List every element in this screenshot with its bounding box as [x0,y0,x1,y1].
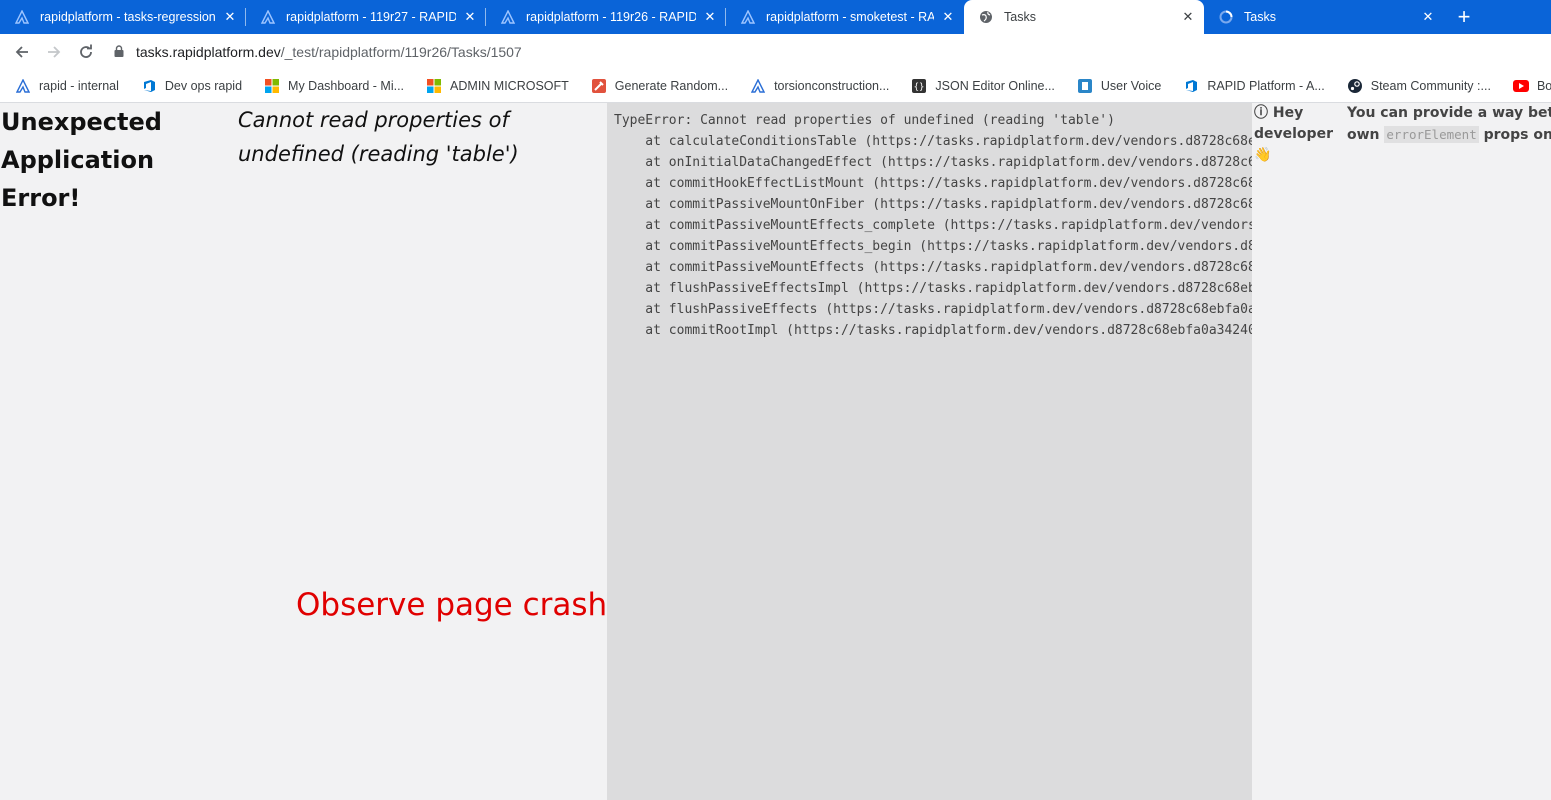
waving-hand-icon: 👋 [1254,147,1272,163]
annotation-text: Observe page crash [296,587,608,623]
bookmark-item[interactable]: rapid - internal [0,78,126,94]
azure-devops-icon [141,78,157,94]
reload-button[interactable] [70,36,102,68]
tab-title: Tasks [1244,10,1276,24]
tool-icon [591,78,607,94]
stack-line: at commitPassiveMountEffects_complete (h… [614,218,1252,233]
tab-title: rapidplatform - tasks-regression [40,10,216,24]
steam-icon [1347,78,1363,94]
url-host: tasks.rapidplatform.dev [136,44,281,60]
stack-line: at commitPassiveMountOnFiber (https://ta… [614,197,1252,212]
stack-line: TypeError: Cannot read properties of und… [614,113,1115,128]
stack-line: at onInitialDataChangedEffect (https://t… [614,155,1252,170]
hint-prefix: own [1347,127,1380,143]
tab-3[interactable]: rapidplatform - smoketest - RAPI ✕ [726,0,964,34]
bookmark-label: rapid - internal [39,79,119,93]
globe-icon [978,9,994,25]
close-icon[interactable]: ✕ [1180,9,1196,25]
azure-devops-icon [750,78,766,94]
tab-4[interactable]: Tasks ✕ [964,0,1204,34]
close-icon[interactable]: ✕ [222,9,238,25]
developer-hint: You can provide a way better UX own erro… [1347,103,1551,146]
bookmark-label: Steam Community :... [1370,79,1491,93]
close-icon[interactable]: ✕ [702,9,718,25]
azure-devops-icon [1183,78,1199,94]
loading-icon [1218,9,1234,25]
close-icon[interactable]: ✕ [1420,9,1436,25]
bookmark-item[interactable]: Dev ops rapid [126,78,249,94]
bookmark-label: RAPID Platform - A... [1207,79,1325,93]
plus-icon: + [1457,4,1471,29]
azure-devops-icon [500,9,516,25]
microsoft-icon [264,78,280,94]
bookmark-label: Generate Random... [614,79,729,93]
new-tab-button[interactable]: + [1444,0,1484,34]
close-icon[interactable]: ✕ [462,9,478,25]
stack-line: at commitPassiveMountEffects_begin (http… [614,239,1252,254]
bookmark-label: torsionconstruction... [774,79,890,93]
tab-title: rapidplatform - smoketest - RAPI [766,10,934,24]
stack-line: at commitRootImpl (https://tasks.rapidpl… [614,323,1252,338]
json-icon: {} [911,78,927,94]
bookmark-label: Dev ops rapid [164,79,243,93]
bookmark-item[interactable]: ADMIN MICROSOFT [411,78,576,94]
url-path: /_test/rapidplatform/119r26/Tasks/1507 [280,44,522,60]
error-page: Unexpected Application Error! Cannot rea… [0,103,1551,800]
lock-icon [114,44,124,60]
bookmark-item[interactable]: My Dashboard - Mi... [249,78,411,94]
stack-trace: TypeError: Cannot read properties of und… [607,103,1252,800]
tab-1[interactable]: rapidplatform - 119r27 - RAPID P ✕ [246,0,486,34]
tab-0[interactable]: rapidplatform - tasks-regression ✕ [0,0,246,34]
close-icon[interactable]: ✕ [940,9,956,25]
tab-title: rapidplatform - 119r27 - RAPID P [286,10,456,24]
page-title: Unexpected Application Error! [1,108,162,212]
browser-toolbar: tasks.rapidplatform.dev/_test/rapidplatf… [0,34,1551,70]
tab-strip: rapidplatform - tasks-regression ✕ rapid… [0,0,1551,34]
bookmark-item[interactable]: Generate Random... [576,78,735,94]
tab-2[interactable]: rapidplatform - 119r26 - RAPID P ✕ [486,0,726,34]
stack-line: at commitHookEffectListMount (https://ta… [614,176,1252,191]
arrow-left-icon [15,46,28,58]
azure-devops-icon [14,9,30,25]
uservoice-icon [1077,78,1093,94]
svg-text:{}: {} [914,83,925,93]
hint-line-2: own errorElement props on < [1347,124,1551,146]
stack-line: at commitPassiveMountEffects (https://ta… [614,260,1252,275]
hey-developer-note: ⓘ Hey developer 👋 [1254,103,1342,166]
tab-5[interactable]: Tasks ✕ [1204,0,1444,34]
bookmark-label: ADMIN MICROSOFT [450,79,569,93]
bookmarks-bar: rapid - internal Dev ops rapid My Dashbo… [0,70,1551,103]
azure-devops-icon [260,9,276,25]
bookmark-item[interactable]: RAPID Platform - A... [1168,78,1331,94]
back-button[interactable] [6,36,38,68]
bookmark-label: User Voice [1100,79,1162,93]
microsoft-icon [426,78,442,94]
reload-icon [80,44,92,58]
arrow-right-icon [48,46,61,58]
stack-line: at flushPassiveEffectsImpl (https://task… [614,281,1252,296]
bookmark-label: JSON Editor Online... [935,79,1055,93]
azure-devops-icon [740,9,756,25]
hint-line-1: You can provide a way better UX [1347,105,1551,121]
hint-suffix: props on [1483,127,1551,143]
stack-line: at flushPassiveEffects (https://tasks.ra… [614,302,1252,317]
azure-devops-icon [15,78,31,94]
error-message: Cannot read properties of undefined (rea… [238,108,519,166]
tab-title: rapidplatform - 119r26 - RAPID P [526,10,696,24]
hint-code: errorElement [1384,126,1479,143]
youtube-icon [1512,78,1529,94]
bookmark-item[interactable]: User Voice [1062,78,1168,94]
bookmark-item[interactable]: Bondi Rescue - Sea... [1498,78,1551,94]
bookmark-label: My Dashboard - Mi... [288,79,405,93]
forward-button[interactable] [38,36,70,68]
bookmark-item[interactable]: {} JSON Editor Online... [896,78,1062,94]
address-bar[interactable]: tasks.rapidplatform.dev/_test/rapidplatf… [114,44,522,60]
bookmark-item[interactable]: Steam Community :... [1332,78,1498,94]
stack-line: at calculateConditionsTable (https://tas… [614,134,1252,149]
info-icon: ⓘ [1254,105,1268,121]
bookmark-item[interactable]: torsionconstruction... [735,78,896,94]
bookmark-label: Bondi Rescue - Sea... [1536,79,1551,93]
tab-title: Tasks [1004,10,1036,24]
